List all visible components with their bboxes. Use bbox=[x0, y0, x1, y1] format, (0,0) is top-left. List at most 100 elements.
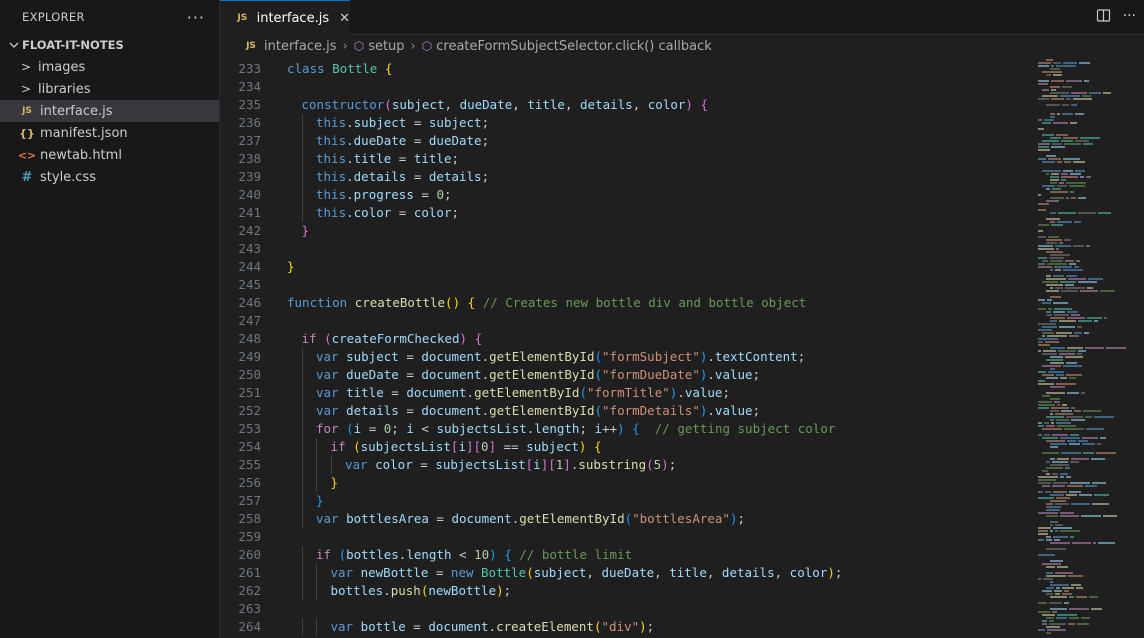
code-token: color bbox=[789, 565, 828, 580]
code-token: . bbox=[466, 385, 475, 400]
code-line[interactable]: 248 if (createFormChecked) { bbox=[220, 330, 1034, 348]
tree-item-newtab-html[interactable]: <> newtab.html bbox=[0, 144, 219, 166]
code-line[interactable]: 237 this.dueDate = dueDate; bbox=[220, 132, 1034, 150]
minimap-line bbox=[1053, 491, 1067, 493]
code-token: , bbox=[654, 565, 670, 580]
code-line[interactable]: 246 function createBottle() { // Creates … bbox=[220, 294, 1034, 312]
code-text: } bbox=[287, 258, 295, 276]
code-line[interactable]: 233 class Bottle { bbox=[220, 60, 1034, 78]
code-line[interactable]: 242} bbox=[220, 222, 1034, 240]
code-line[interactable]: 258 var bottlesArea = document.getElement… bbox=[220, 510, 1034, 528]
code-line[interactable]: 245 bbox=[220, 276, 1034, 294]
code-token: progress bbox=[353, 187, 414, 202]
code-line[interactable]: 247 bbox=[220, 312, 1034, 330]
code-token: ) bbox=[827, 565, 835, 580]
code-token: ; bbox=[797, 349, 806, 364]
minimap-line bbox=[1049, 620, 1054, 622]
code-line[interactable]: 235 constructor(subject, dueDate, title, … bbox=[220, 96, 1034, 114]
code-token: } bbox=[287, 259, 295, 274]
minimap-line bbox=[1071, 419, 1085, 421]
minimap-line bbox=[1065, 467, 1070, 469]
code-token: ; bbox=[443, 187, 452, 202]
code-token: { bbox=[467, 295, 483, 310]
code-line[interactable]: 257} bbox=[220, 492, 1034, 510]
minimap[interactable] bbox=[1034, 57, 1144, 638]
minimap-line bbox=[1051, 89, 1056, 91]
minimap-line bbox=[1038, 350, 1041, 352]
code-line[interactable]: 254 if (subjectsList[i][0] == subject) { bbox=[220, 438, 1034, 456]
minimap-line bbox=[1077, 353, 1082, 355]
breadcrumb-symbol-callback[interactable]: createFormSubjectSelector.click() callba… bbox=[436, 39, 712, 54]
code-line[interactable]: 252 var details = document.getElementById… bbox=[220, 402, 1034, 420]
tree-item-images[interactable]: > images bbox=[0, 56, 219, 78]
split-editor-icon[interactable] bbox=[1096, 8, 1111, 27]
minimap-line bbox=[1076, 587, 1083, 589]
minimap-line bbox=[1042, 89, 1049, 91]
minimap-line bbox=[1068, 623, 1075, 625]
code-token: = bbox=[428, 565, 451, 580]
minimap-line bbox=[1066, 416, 1083, 418]
method-icon: ⬡ bbox=[353, 39, 365, 53]
code-token: . bbox=[346, 169, 354, 184]
code-line[interactable]: 243 bbox=[220, 240, 1034, 258]
code-token: i bbox=[458, 439, 466, 454]
code-line[interactable]: 263 bbox=[220, 600, 1034, 618]
code-line[interactable]: 262 bottles.push(newBottle); bbox=[220, 582, 1034, 600]
minimap-line bbox=[1080, 176, 1084, 178]
code-token: = bbox=[428, 511, 452, 526]
code-line[interactable]: 251 var title = document.getElementById("… bbox=[220, 384, 1034, 402]
line-number: 247 bbox=[238, 313, 261, 328]
minimap-line bbox=[1073, 98, 1092, 100]
minimap-line bbox=[1056, 383, 1076, 385]
minimap-line bbox=[1062, 113, 1073, 115]
tab-interface-js[interactable]: JS interface.js ✕ bbox=[220, 0, 350, 35]
tree-item-style-css[interactable]: # style.css bbox=[0, 166, 219, 188]
breadcrumb-symbol-setup[interactable]: setup bbox=[368, 39, 404, 54]
minimap-line bbox=[1061, 410, 1072, 412]
code-line[interactable]: 264 var bottle = document.createElement("… bbox=[220, 618, 1034, 636]
more-actions-icon[interactable]: ··· bbox=[187, 8, 205, 27]
indent-guide bbox=[316, 456, 317, 474]
minimap-line bbox=[1056, 497, 1070, 499]
workspace-folder[interactable]: FLOAT-IT-NOTES bbox=[0, 34, 219, 56]
code-token: ( bbox=[594, 367, 603, 382]
code-line[interactable]: 241 this.color = color; bbox=[220, 204, 1034, 222]
close-icon[interactable]: ✕ bbox=[339, 11, 350, 26]
breadcrumb-file[interactable]: interface.js bbox=[264, 39, 337, 54]
minimap-line bbox=[1068, 278, 1086, 280]
tree-item-label: interface.js bbox=[40, 103, 113, 119]
minimap-line bbox=[1045, 491, 1051, 493]
code-line[interactable]: 255 var color = subjectsList[i][1].substr… bbox=[220, 456, 1034, 474]
tree-item-interface-js[interactable]: JS interface.js bbox=[0, 100, 219, 122]
code-line[interactable]: 260 if (bottles.length < 10) { // bottle … bbox=[220, 546, 1034, 564]
line-number: 238 bbox=[238, 151, 261, 166]
minimap-line bbox=[1058, 350, 1076, 352]
code-line[interactable]: 238 this.title = title; bbox=[220, 150, 1034, 168]
code-line[interactable]: 239 this.details = details; bbox=[220, 168, 1034, 186]
code-line[interactable]: 253 for (i = 0; i < subjectsList.length; … bbox=[220, 420, 1034, 438]
minimap-line bbox=[1066, 476, 1071, 478]
code-line[interactable]: 234 bbox=[220, 78, 1034, 96]
code-line[interactable]: 236 this.subject = subject; bbox=[220, 114, 1034, 132]
code-line[interactable]: 261 var newBottle = new Bottle(subject, d… bbox=[220, 564, 1034, 582]
tree-item-manifest-json[interactable]: {} manifest.json bbox=[0, 122, 219, 144]
minimap-line bbox=[1070, 191, 1074, 193]
tree-item-libraries[interactable]: > libraries bbox=[0, 78, 219, 100]
code-token: ( bbox=[646, 457, 654, 472]
code-line[interactable]: 240 this.progress = 0; bbox=[220, 186, 1034, 204]
minimap-line bbox=[1087, 317, 1102, 319]
code-token: = bbox=[391, 151, 414, 166]
minimap-line bbox=[1042, 365, 1061, 367]
code-editor[interactable]: 233 class Bottle {234 235 constructor(subje… bbox=[220, 57, 1034, 638]
more-actions-icon[interactable]: ··· bbox=[1123, 8, 1136, 27]
code-line[interactable]: 256} bbox=[220, 474, 1034, 492]
code-line[interactable]: 244} bbox=[220, 258, 1034, 276]
code-token: == bbox=[496, 439, 527, 454]
minimap-line bbox=[1094, 320, 1098, 322]
minimap-line bbox=[1046, 290, 1059, 292]
code-line[interactable]: 249 var subject = document.getElementById… bbox=[220, 348, 1034, 366]
code-line[interactable]: 259 bbox=[220, 528, 1034, 546]
indent-guide bbox=[301, 546, 303, 564]
minimap-line bbox=[1060, 437, 1080, 439]
code-line[interactable]: 250 var dueDate = document.getElementById… bbox=[220, 366, 1034, 384]
